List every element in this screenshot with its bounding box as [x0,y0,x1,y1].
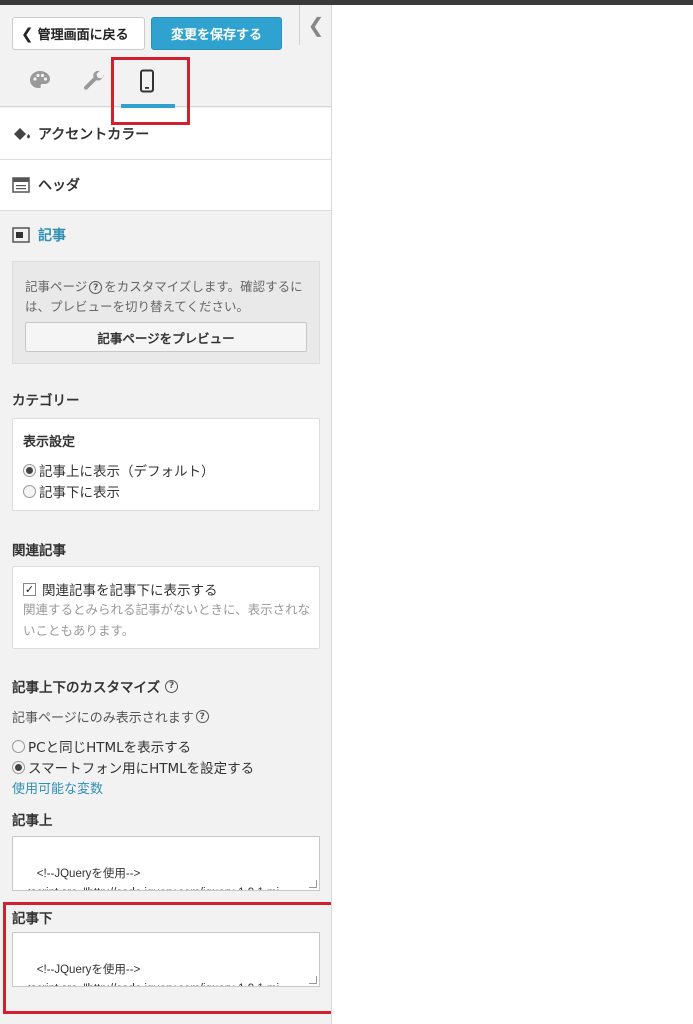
related-note: 関連するとみられる記事がないときに、表示されないこともあります。 [23,602,311,638]
section-article[interactable]: 記事 [0,211,331,259]
radio-button[interactable] [12,760,25,774]
radio-option-smartphone-html[interactable]: スマートフォン用にHTMLを設定する [12,757,254,777]
palette-icon [30,71,50,88]
radio-option-below[interactable]: 記事下に表示 [23,481,120,501]
display-setting-title: 表示設定 [23,435,76,450]
highlight-box [3,902,331,1014]
chevron-left-icon: ❮ [21,24,34,43]
article-top-code-textarea[interactable]: <!--JQueryを使用--> <script src="http://cod… [12,836,320,891]
back-button-label: 管理画面に戻る [37,28,129,43]
article-top-label: 記事上 [12,813,53,829]
customize-heading: 記事上下のカスタマイズ ? [12,676,180,696]
help-icon[interactable]: ? [195,710,209,723]
section-label: アクセントカラー [38,126,150,143]
chevron-left-icon: ❮ [307,13,325,37]
radio-option-above[interactable]: 記事上に表示（デフォルト） [23,460,215,480]
category-card: 表示設定 記事上に表示（デフォルト） 記事下に表示 [12,418,320,511]
paint-bucket-icon [12,126,30,142]
back-to-admin-button[interactable]: ❮ 管理画面に戻る [12,17,145,50]
related-card: ✓ 関連記事を記事下に表示する 関連するとみられる記事がないときに、表示されない… [12,566,320,649]
radio-button[interactable] [23,463,36,477]
radio-option-pc-html[interactable]: PCと同じHTMLを表示する [12,736,191,756]
related-checkbox-row[interactable]: ✓ 関連記事を記事下に表示する [23,579,218,599]
article-description: 記事ページ? をカスタマイズします。確認するには、プレビューを切り替えてください。 [25,279,303,314]
resize-handle[interactable] [309,880,317,888]
highlight-box [111,57,190,125]
tab-settings[interactable] [76,63,112,99]
save-changes-button[interactable]: 変更を保存する [151,17,282,50]
radio-button[interactable] [23,484,36,498]
category-heading: カテゴリー [12,393,80,409]
help-icon[interactable]: ? [165,679,179,693]
related-heading: 関連記事 [12,543,66,559]
radio-button[interactable] [12,739,25,753]
preview-article-button[interactable]: 記事ページをプレビュー [25,322,307,352]
collapse-sidebar-button[interactable]: ❮ [299,5,331,45]
wrench-icon [84,70,104,90]
customizer-sidebar: ❮ 管理画面に戻る 変更を保存する ❮ アクセントカラー ヘッダ 記事 記事ペー… [0,5,332,1024]
help-icon[interactable]: ? [89,281,103,294]
checkbox[interactable]: ✓ [23,582,36,596]
tab-design[interactable] [22,63,58,99]
article-layout-icon [12,227,30,243]
preview-area [333,5,693,1024]
available-variables-link[interactable]: 使用可能な変数 [12,778,103,797]
article-description-box: 記事ページ? をカスタマイズします。確認するには、プレビューを切り替えてください。… [12,261,320,364]
section-label: 記事 [38,228,66,244]
section-header[interactable]: ヘッダ [0,160,331,211]
article-only-note: 記事ページにのみ表示されます ? [12,707,211,726]
section-label: ヘッダ [38,178,80,194]
header-layout-icon [12,177,30,193]
